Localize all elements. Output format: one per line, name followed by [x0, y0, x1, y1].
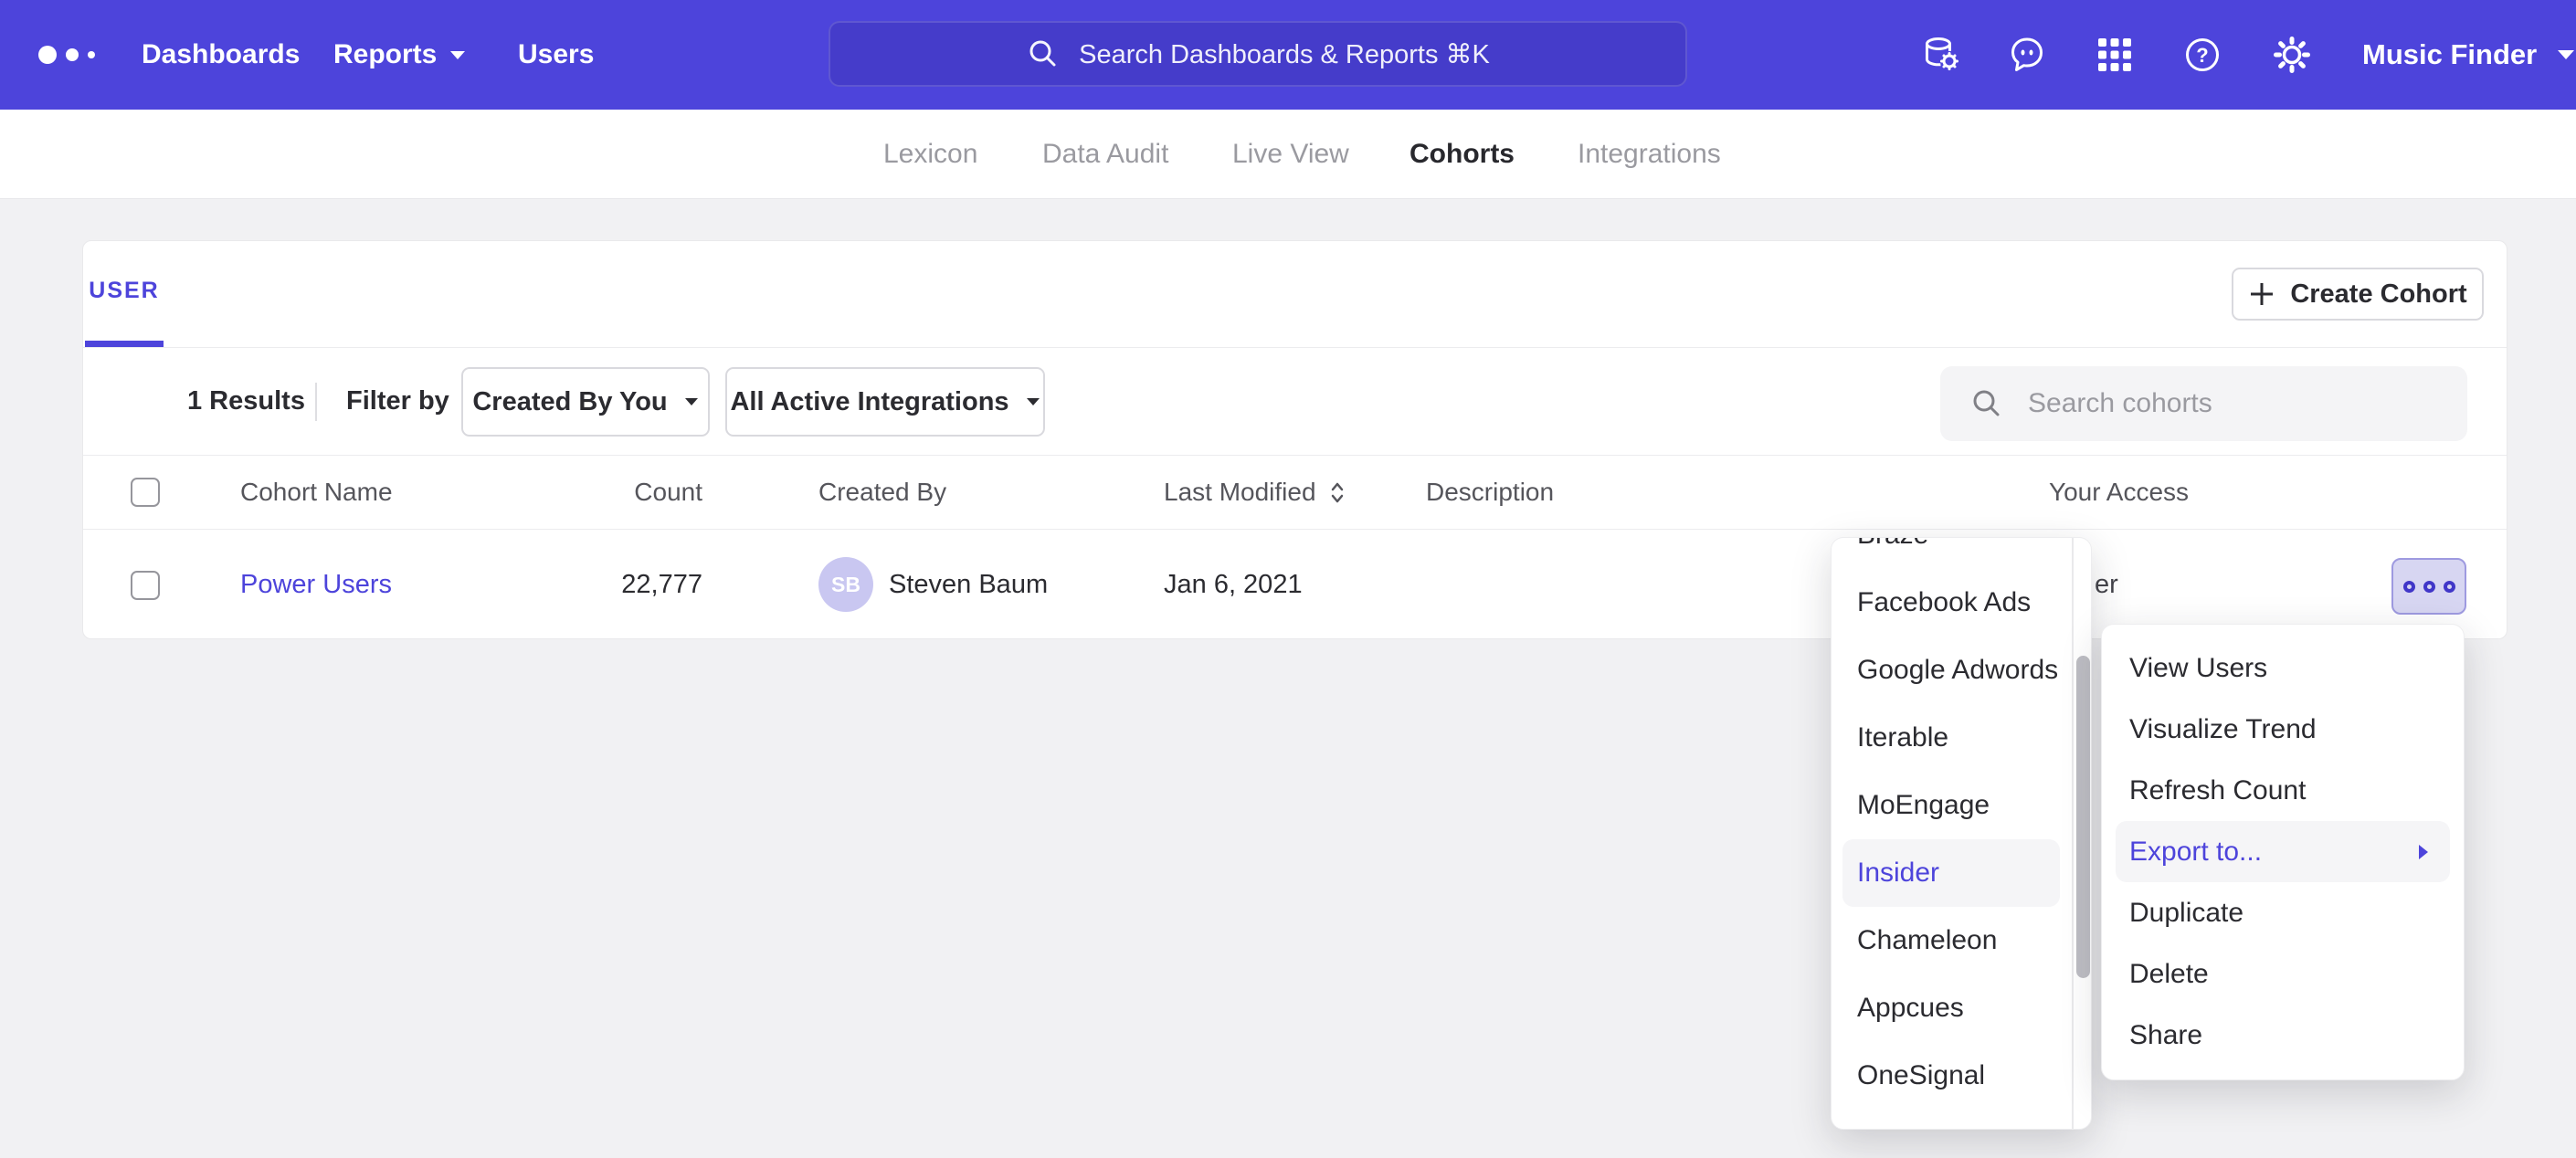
row-checkbox[interactable]: [131, 571, 160, 600]
project-switcher[interactable]: Music Finder: [2362, 0, 2575, 110]
your-access-value-partial: er: [2095, 530, 2118, 639]
help-icon[interactable]: ?: [2181, 34, 2223, 76]
menu-item-onesignal[interactable]: OneSignal: [1832, 1042, 2067, 1110]
cohort-table-row: Power Users 22,777 SB Steven Baum Jan 6,…: [83, 530, 2507, 639]
tab-live-view-label: Live View: [1232, 139, 1349, 170]
chevron-down-icon: [1026, 397, 1040, 406]
menu-item-delete[interactable]: Delete: [2102, 943, 2464, 1005]
top-navigation-bar: Dashboards Reports Users Search Dashboar…: [0, 0, 2576, 110]
menu-item-refresh-count[interactable]: Refresh Count: [2102, 760, 2464, 821]
column-header-description[interactable]: Description: [1426, 456, 1554, 529]
menu-item-view-users[interactable]: View Users: [2102, 637, 2464, 699]
last-modified-date: Jan 6, 2021: [1164, 530, 1303, 639]
created-by-filter-value: Created By You: [472, 387, 667, 417]
nav-users-label: Users: [518, 39, 594, 70]
cohort-name-link[interactable]: Power Users: [240, 530, 392, 639]
menu-item-export-to[interactable]: Export to...: [2116, 821, 2450, 882]
nav-users[interactable]: Users: [518, 0, 594, 110]
tab-data-audit[interactable]: Data Audit: [1042, 110, 1168, 198]
chevron-down-icon: [449, 50, 466, 60]
menu-item-braze[interactable]: Braze: [1832, 537, 2067, 569]
menu-item-share[interactable]: Share: [2102, 1005, 2464, 1066]
column-header-created-by[interactable]: Created By: [818, 456, 946, 529]
nav-dashboards[interactable]: Dashboards: [142, 0, 300, 110]
dot-icon: [2423, 581, 2435, 593]
submenu-arrow-icon: [2417, 843, 2430, 861]
menu-item-duplicate[interactable]: Duplicate: [2102, 882, 2464, 943]
chevron-down-icon: [2557, 49, 2575, 60]
filters-row: 1 Results Filter by Created By You All A…: [83, 348, 2507, 455]
tab-cohorts[interactable]: Cohorts: [1409, 110, 1515, 198]
svg-text:?: ?: [2196, 44, 2208, 67]
table-header-row: Cohort Name Count Created By Last Modifi…: [83, 456, 2507, 529]
tab-user-label: USER: [89, 278, 159, 304]
menu-item-insider[interactable]: Insider: [1842, 839, 2060, 907]
scrollbar-thumb[interactable]: [2076, 656, 2090, 978]
global-search-placeholder: Search Dashboards & Reports ⌘K: [1079, 38, 1490, 70]
logo-dot-icon: [38, 46, 57, 64]
created-by-name: Steven Baum: [889, 530, 1048, 639]
scrollbar-track-divider: [2072, 538, 2074, 1129]
cohort-search: [1940, 366, 2467, 441]
cohort-actions-menu: View Users Visualize Trend Refresh Count…: [2101, 624, 2465, 1080]
global-search-input[interactable]: Search Dashboards & Reports ⌘K: [829, 21, 1687, 87]
tab-integrations[interactable]: Integrations: [1578, 110, 1721, 198]
nav-reports[interactable]: Reports: [333, 0, 466, 110]
logo-dot-icon: [88, 51, 95, 58]
menu-item-google-adwords[interactable]: Google Adwords: [1832, 637, 2067, 704]
sort-icon: [1329, 480, 1346, 505]
integrations-filter-value: All Active Integrations: [730, 387, 1008, 417]
dot-icon: [2403, 581, 2415, 593]
column-header-cohort-name[interactable]: Cohort Name: [240, 456, 393, 529]
filter-by-label: Filter by: [346, 348, 449, 455]
plus-icon: [2248, 280, 2275, 308]
search-icon: [1026, 37, 1061, 71]
menu-item-facebook-ads[interactable]: Facebook Ads: [1832, 569, 2067, 637]
cohorts-panel: USER Create Cohort 1 Results Filter by C…: [82, 240, 2507, 639]
results-count: 1 Results: [187, 348, 305, 455]
dot-icon: [2444, 581, 2455, 593]
export-destinations-list: Braze Facebook Ads Google Adwords Iterab…: [1832, 537, 2067, 1110]
menu-item-visualize-trend[interactable]: Visualize Trend: [2102, 699, 2464, 760]
logo-dot-icon: [66, 48, 79, 61]
tab-user-cohorts[interactable]: USER: [85, 241, 164, 347]
app-logo[interactable]: [38, 0, 95, 110]
apps-grid-icon[interactable]: [2094, 34, 2136, 76]
cohort-count: 22,777: [520, 530, 702, 639]
select-all-checkbox[interactable]: [131, 478, 160, 507]
column-header-count[interactable]: Count: [520, 456, 702, 529]
feedback-chat-icon[interactable]: [2006, 34, 2048, 76]
export-to-label: Export to...: [2129, 837, 2262, 868]
menu-item-appcues[interactable]: Appcues: [1832, 974, 2067, 1042]
tab-lexicon[interactable]: Lexicon: [883, 110, 977, 198]
data-management-icon[interactable]: [1920, 34, 1962, 76]
row-more-actions-button[interactable]: [2391, 558, 2466, 615]
menu-item-iterable[interactable]: Iterable: [1832, 704, 2067, 772]
tab-live-view[interactable]: Live View: [1232, 110, 1349, 198]
menu-item-moengage[interactable]: MoEngage: [1832, 772, 2067, 839]
tab-cohorts-label: Cohorts: [1409, 139, 1515, 170]
cohorts-page: Dashboards Reports Users Search Dashboar…: [0, 0, 2576, 1158]
nav-reports-label: Reports: [333, 39, 437, 70]
avatar: SB: [818, 557, 873, 612]
tab-data-audit-label: Data Audit: [1042, 139, 1168, 170]
last-modified-label: Last Modified: [1164, 478, 1316, 507]
export-destinations-menu: Braze Facebook Ads Google Adwords Iterab…: [1831, 537, 2092, 1130]
divider: [315, 383, 317, 421]
create-cohort-label: Create Cohort: [2290, 279, 2466, 310]
column-header-last-modified[interactable]: Last Modified: [1164, 456, 1346, 529]
tab-integrations-label: Integrations: [1578, 139, 1721, 170]
integrations-filter-dropdown[interactable]: All Active Integrations: [725, 367, 1045, 437]
cohort-search-input[interactable]: [1940, 366, 2467, 441]
chevron-down-icon: [684, 397, 699, 406]
tab-lexicon-label: Lexicon: [883, 139, 977, 170]
menu-item-chameleon[interactable]: Chameleon: [1832, 907, 2067, 974]
created-by-filter-dropdown[interactable]: Created By You: [461, 367, 710, 437]
project-name: Music Finder: [2362, 38, 2537, 71]
settings-gear-icon[interactable]: [2271, 34, 2313, 76]
column-header-your-access[interactable]: Your Access: [2049, 456, 2189, 529]
section-tabs: Lexicon Data Audit Live View Cohorts Int…: [0, 110, 2576, 199]
create-cohort-button[interactable]: Create Cohort: [2232, 268, 2484, 321]
nav-dashboards-label: Dashboards: [142, 39, 300, 70]
